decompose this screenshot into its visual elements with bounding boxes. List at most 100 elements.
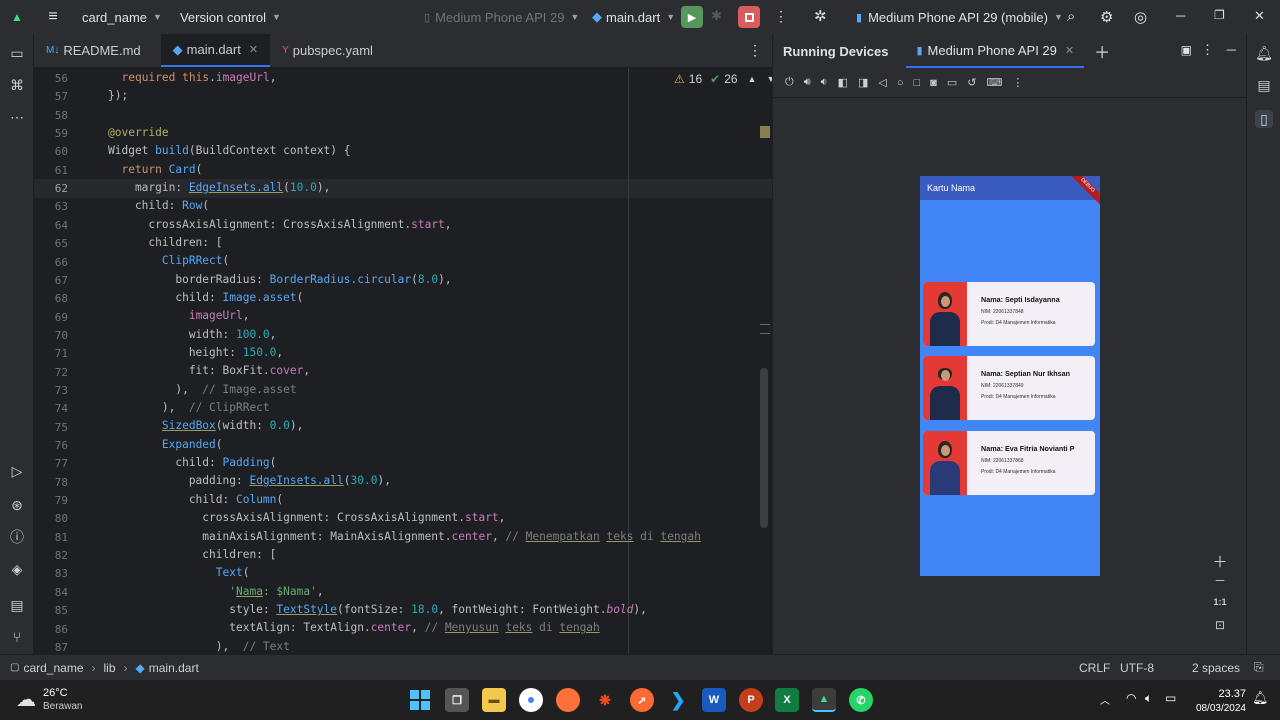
structure-icon[interactable]: ⌘ xyxy=(8,76,26,94)
back-icon[interactable]: ◁ xyxy=(878,76,886,89)
layout-icon[interactable]: ▣ xyxy=(1181,43,1192,57)
more-actions-button[interactable]: ⋮ xyxy=(774,8,788,25)
weather-icon[interactable]: ☁ xyxy=(16,687,36,712)
close-icon[interactable]: ✕ xyxy=(1065,44,1074,57)
line-number: 61 xyxy=(54,164,68,177)
clock-date[interactable]: 08/03/2024 xyxy=(1190,703,1246,714)
project-selector[interactable]: card_name ▼ xyxy=(82,0,162,34)
reset-icon[interactable]: ↺ xyxy=(967,76,976,89)
device-selector[interactable]: ▮ Medium Phone API 29 (mobile) ▼ xyxy=(856,0,1063,34)
add-device-button[interactable]: ＋ xyxy=(1084,34,1120,68)
file-explorer-icon[interactable]: ▬ xyxy=(482,688,506,712)
face-shape xyxy=(941,445,950,456)
scroll-marker xyxy=(760,126,770,138)
breadcrumb-lib[interactable]: lib xyxy=(104,661,116,675)
tab-main-dart[interactable]: ◆ main.dart ✕ xyxy=(160,34,271,67)
powerpoint-icon[interactable]: P xyxy=(739,688,763,712)
excel-icon[interactable]: X xyxy=(775,688,799,712)
vcs-selector[interactable]: Version control ▼ xyxy=(180,0,281,34)
battery-icon[interactable]: ▭ xyxy=(1165,691,1176,705)
stop-button[interactable] xyxy=(738,6,760,28)
restore-button[interactable]: ❐ xyxy=(1214,8,1225,22)
postman-icon[interactable]: ➚ xyxy=(630,688,654,712)
bug-icon[interactable]: ✲ xyxy=(814,7,827,25)
notification-bell-icon[interactable]: 🔔︎ xyxy=(1252,690,1269,706)
panel-more-icon[interactable]: ⋮ xyxy=(1201,42,1214,58)
zoom-out-icon[interactable]: ─ xyxy=(1212,573,1228,589)
notifications-icon[interactable]: 🔔︎ xyxy=(1255,44,1273,62)
volume-icon[interactable]: 🔈︎ xyxy=(1145,691,1152,706)
file-encoding[interactable]: UTF-8 xyxy=(1120,661,1154,675)
tab-label: README.md xyxy=(63,43,141,58)
run-tool-icon[interactable]: ▷ xyxy=(8,462,26,480)
tab-readme[interactable]: M↓ README.md xyxy=(34,34,153,67)
problems-icon[interactable]: ⓘ xyxy=(8,528,26,546)
settings-gear-icon[interactable]: ⚙ xyxy=(1100,8,1113,26)
main-menu-button[interactable]: ≡ xyxy=(34,0,72,34)
mirror-icon[interactable]: ⌨ xyxy=(986,76,1002,89)
account-icon[interactable]: ◎ xyxy=(1134,8,1147,26)
vscode-icon[interactable]: ❯ xyxy=(666,688,690,712)
project-folder-icon[interactable]: ▭ xyxy=(8,44,26,62)
phone-icon: ▮ xyxy=(916,44,923,57)
hide-panel-icon[interactable]: ─ xyxy=(1227,42,1236,57)
name-card[interactable]: Nama: Eva Fitria Novianti P NIM: 2206133… xyxy=(923,431,1095,495)
editor-tabs: M↓ README.md ◆ main.dart ✕ Y pubspec.yam… xyxy=(34,34,772,68)
tab-device[interactable]: ▮ Medium Phone API 29 ✕ xyxy=(906,34,1085,68)
git-icon[interactable]: ⑂ xyxy=(8,628,26,646)
power-icon[interactable]: ⏻ xyxy=(785,76,794,89)
volume-down-icon[interactable]: 🔉︎ xyxy=(821,76,828,89)
gradle-icon[interactable]: ▤ xyxy=(1255,76,1273,94)
vertical-scrollbar[interactable] xyxy=(760,368,768,528)
lock-icon[interactable]: ⎘ xyxy=(1254,660,1264,675)
tabs-more-icon[interactable]: ⋮ xyxy=(748,42,762,59)
clock-time[interactable]: 23.37 xyxy=(1216,688,1246,700)
indent-setting[interactable]: 2 spaces xyxy=(1192,661,1240,675)
run-config-selector[interactable]: ◆ main.dart ▼ xyxy=(592,0,675,34)
rotate-left-icon[interactable]: ◧ xyxy=(838,76,848,89)
breadcrumb-project[interactable]: card_name xyxy=(23,661,83,675)
task-view-icon[interactable]: ❐ xyxy=(445,688,469,712)
close-button[interactable]: ✕ xyxy=(1254,8,1265,24)
home-icon[interactable]: ○ xyxy=(897,77,904,89)
rotate-right-icon[interactable]: ◨ xyxy=(858,76,868,89)
chrome-icon[interactable] xyxy=(519,688,543,712)
whatsapp-icon[interactable]: ✆ xyxy=(849,688,873,712)
chevron-up-icon[interactable]: ▲ xyxy=(748,74,757,84)
overview-icon[interactable]: □ xyxy=(914,77,921,89)
line-ending[interactable]: CRLF xyxy=(1079,661,1110,675)
app-inspection-icon[interactable]: ⊛ xyxy=(8,496,26,514)
screen-record-icon[interactable]: ▭ xyxy=(947,76,957,89)
phone-screen[interactable]: Kartu Nama DEBUG Nama: Septi Isdayanna N… xyxy=(920,176,1100,576)
services-icon[interactable]: ◈ xyxy=(8,560,26,578)
debug-button[interactable]: ✱ xyxy=(711,8,722,24)
code-editor[interactable]: 56 57 58 59 60 61 62 63 64 65 66 67 68 69 70 71 72 73 74 75… xyxy=(34,68,772,654)
android-studio-taskbar-icon[interactable]: ▲ xyxy=(812,688,836,712)
zoom-in-icon[interactable]: ＋ xyxy=(1212,551,1228,571)
breadcrumb-file[interactable]: main.dart xyxy=(149,661,199,675)
fit-screen-icon[interactable]: ⊡ xyxy=(1212,618,1228,634)
search-icon[interactable]: ⌕ xyxy=(1067,8,1075,25)
close-icon[interactable]: ✕ xyxy=(249,43,258,56)
volume-up-icon[interactable]: 🔊︎ xyxy=(804,76,811,89)
device-manager-icon[interactable]: ▯ xyxy=(1255,110,1273,128)
inspection-widget[interactable]: ⚠ 16 ✔ 26 ▲ ▼ xyxy=(674,72,772,86)
toolbar-more-icon[interactable]: ⋮ xyxy=(1012,76,1023,89)
wifi-icon[interactable]: ◠ xyxy=(1126,691,1136,705)
actual-size-button[interactable]: 1:1 xyxy=(1212,597,1228,613)
more-tools-icon[interactable]: ⋯ xyxy=(8,108,26,126)
name-card[interactable]: Nama: Septi Isdayanna NIM: 22061337848 P… xyxy=(923,282,1095,346)
chevron-down-icon[interactable]: ▼ xyxy=(766,74,772,84)
terminal-icon[interactable]: ▤ xyxy=(8,596,26,614)
run-button[interactable]: ▶ xyxy=(681,6,703,28)
name-card[interactable]: Nama: Septian Nur Ikhsan NIM: 2206133784… xyxy=(923,356,1095,420)
tab-pubspec[interactable]: Y pubspec.yaml xyxy=(270,34,385,67)
firefox-icon[interactable] xyxy=(556,688,580,712)
screenshot-icon[interactable]: ◙ xyxy=(930,77,937,89)
android-icon: ▲ xyxy=(818,693,830,705)
chevron-up-icon[interactable]: ︿ xyxy=(1100,692,1110,707)
word-icon[interactable]: W xyxy=(702,688,726,712)
minimize-button[interactable]: ─ xyxy=(1176,8,1185,23)
windows-start-icon[interactable] xyxy=(408,688,432,712)
figma-icon[interactable]: ❋ xyxy=(593,688,617,712)
